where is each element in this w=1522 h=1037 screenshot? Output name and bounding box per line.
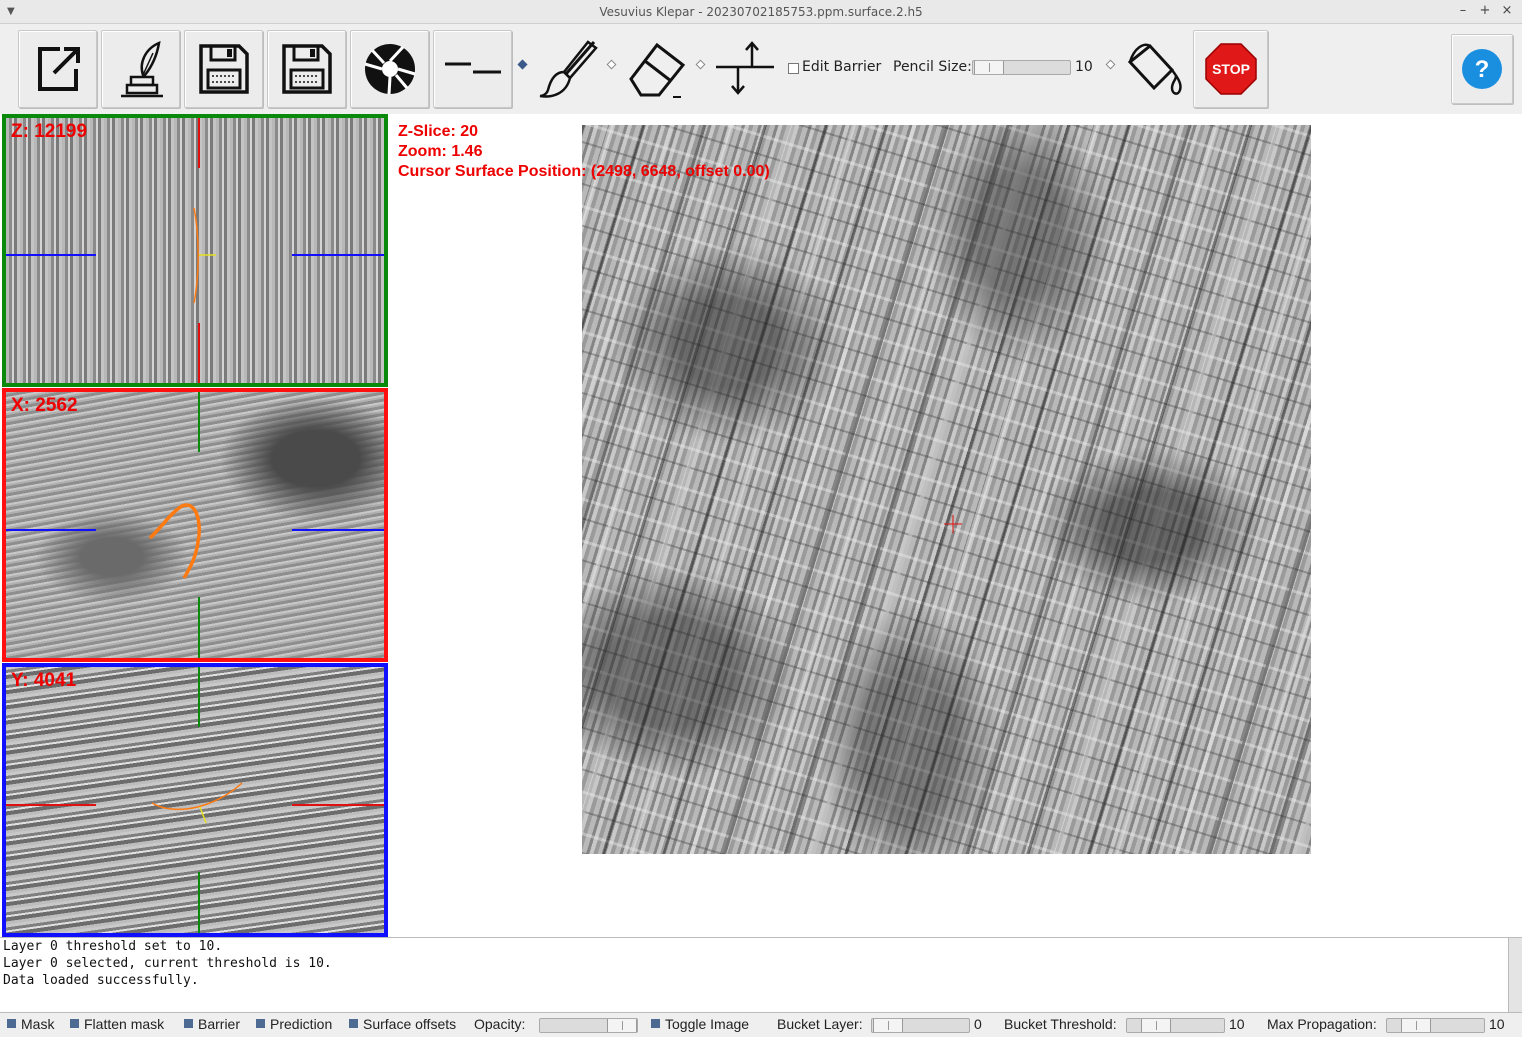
toggle-image-checkbox[interactable] bbox=[651, 1019, 660, 1028]
plane-selector[interactable] bbox=[695, 59, 706, 70]
pencil-size-slider[interactable] bbox=[972, 60, 1071, 75]
mask-checkbox[interactable] bbox=[7, 1019, 16, 1028]
surface-offsets-checkbox[interactable] bbox=[349, 1019, 358, 1028]
y-crosshair bbox=[6, 667, 384, 933]
open-external-icon bbox=[37, 47, 80, 91]
title-bar: ▼ Vesuvius Klepar - 20230702185753.ppm.s… bbox=[0, 0, 1522, 24]
slider-thumb[interactable] bbox=[607, 1019, 637, 1032]
barrier-label: Barrier bbox=[198, 1016, 241, 1032]
slider-thumb[interactable] bbox=[873, 1019, 903, 1032]
move-plane-button[interactable] bbox=[712, 30, 778, 108]
max-propagation-value: 10 bbox=[1489, 1016, 1505, 1032]
floppy-disk-icon bbox=[281, 44, 332, 94]
paintbrush-icon bbox=[539, 40, 598, 98]
bucket-layer-slider[interactable] bbox=[871, 1018, 970, 1033]
paint-bucket-icon bbox=[1127, 43, 1182, 95]
help-label: ? bbox=[1475, 56, 1490, 83]
cursor-crosshair bbox=[944, 515, 962, 533]
close-button[interactable]: × bbox=[1500, 4, 1514, 18]
y-slice-view[interactable]: Y: 4041 bbox=[2, 663, 388, 937]
x-crosshair bbox=[6, 392, 384, 658]
prediction-label: Prediction bbox=[270, 1016, 333, 1032]
stop-sign-icon: STOP bbox=[1204, 43, 1257, 95]
edit-barrier-checkbox[interactable] bbox=[788, 63, 799, 74]
z-slice-view[interactable]: Z: 12199 bbox=[2, 114, 388, 387]
opacity-label: Opacity: bbox=[474, 1016, 526, 1032]
z-crosshair bbox=[6, 118, 384, 383]
viewer-area: Z: 12199 X: 2562 Y: 4041 Z-Slice: 20 Zoo… bbox=[0, 114, 1522, 937]
flatten-mask-checkbox[interactable] bbox=[70, 1019, 79, 1028]
z-slice-readout: Z-Slice: 20 bbox=[398, 123, 479, 140]
prediction-checkbox[interactable] bbox=[256, 1019, 265, 1028]
surface-offsets-label: Surface offsets bbox=[363, 1016, 457, 1032]
toggle-image-label: Toggle Image bbox=[665, 1016, 750, 1032]
aperture-icon bbox=[364, 44, 415, 95]
zoom-readout: Zoom: 1.46 bbox=[398, 143, 483, 160]
y-pane-label: Y: 4041 bbox=[11, 670, 77, 691]
ink-detection-button[interactable] bbox=[101, 30, 180, 108]
cursor-position-readout: Cursor Surface Position: (2498, 6648, of… bbox=[398, 163, 770, 180]
toolbar: Edit Barrier Pencil Size: 10 STOP ? bbox=[0, 24, 1522, 114]
stop-label: STOP bbox=[1212, 61, 1250, 77]
aperture-button[interactable] bbox=[350, 30, 429, 108]
bottom-controls: Mask Flatten mask Barrier Prediction Sur… bbox=[0, 1013, 1522, 1037]
x-slice-view[interactable]: X: 2562 bbox=[2, 388, 388, 662]
log-scrollbar[interactable] bbox=[1508, 938, 1522, 1012]
log-line: Data loaded successfully. bbox=[3, 973, 199, 988]
log-output[interactable]: Layer 0 threshold set to 10. Layer 0 sel… bbox=[0, 937, 1522, 1013]
opacity-slider[interactable] bbox=[539, 1018, 638, 1033]
eraser-tool-button[interactable] bbox=[620, 30, 690, 108]
pencil-size-value: 10 bbox=[1075, 59, 1093, 75]
bucket-fill-button[interactable] bbox=[1122, 30, 1188, 108]
eraser-selector[interactable] bbox=[606, 59, 617, 70]
line-tool-button[interactable] bbox=[433, 30, 512, 108]
slider-thumb[interactable] bbox=[1401, 1019, 1431, 1032]
bucket-selector[interactable] bbox=[1105, 59, 1116, 70]
barrier-checkbox[interactable] bbox=[184, 1019, 193, 1028]
brush-selected-indicator[interactable] bbox=[517, 59, 528, 70]
open-button[interactable] bbox=[18, 30, 97, 108]
eraser-icon bbox=[629, 42, 686, 98]
bucket-threshold-slider[interactable] bbox=[1126, 1018, 1225, 1033]
help-icon: ? bbox=[1462, 49, 1502, 89]
mask-label: Mask bbox=[21, 1016, 55, 1032]
save-as-button[interactable] bbox=[267, 30, 346, 108]
edit-barrier-label: Edit Barrier bbox=[802, 59, 882, 75]
window-title: Vesuvius Klepar - 20230702185753.ppm.sur… bbox=[599, 5, 923, 19]
pencil-size-label: Pencil Size: bbox=[893, 59, 972, 75]
z-pane-label: Z: 12199 bbox=[11, 121, 88, 142]
log-line: Layer 0 threshold set to 10. bbox=[3, 939, 223, 954]
stop-button[interactable]: STOP bbox=[1193, 30, 1268, 108]
floppy-disk-icon bbox=[198, 44, 249, 94]
slider-thumb[interactable] bbox=[1141, 1019, 1171, 1032]
minimize-button[interactable]: – bbox=[1456, 4, 1470, 18]
quill-inkwell-icon bbox=[120, 40, 163, 98]
bucket-layer-label: Bucket Layer: bbox=[777, 1016, 863, 1032]
x-pane-label: X: 2562 bbox=[11, 395, 78, 416]
max-propagation-slider[interactable] bbox=[1386, 1018, 1485, 1033]
save-button[interactable] bbox=[184, 30, 263, 108]
line-style-icon bbox=[444, 62, 501, 74]
bucket-threshold-value: 10 bbox=[1229, 1016, 1245, 1032]
flatten-mask-label: Flatten mask bbox=[84, 1016, 165, 1032]
up-down-arrows-icon bbox=[716, 41, 774, 95]
surface-view[interactable] bbox=[582, 125, 1311, 854]
help-button[interactable]: ? bbox=[1451, 34, 1513, 104]
maximize-button[interactable]: + bbox=[1478, 4, 1492, 18]
brush-tool-button[interactable] bbox=[534, 30, 600, 108]
max-propagation-label: Max Propagation: bbox=[1267, 1016, 1377, 1032]
slider-thumb[interactable] bbox=[974, 61, 1004, 74]
log-line: Layer 0 selected, current threshold is 1… bbox=[3, 956, 332, 971]
bucket-threshold-label: Bucket Threshold: bbox=[1004, 1016, 1117, 1032]
bucket-layer-value: 0 bbox=[974, 1016, 982, 1032]
